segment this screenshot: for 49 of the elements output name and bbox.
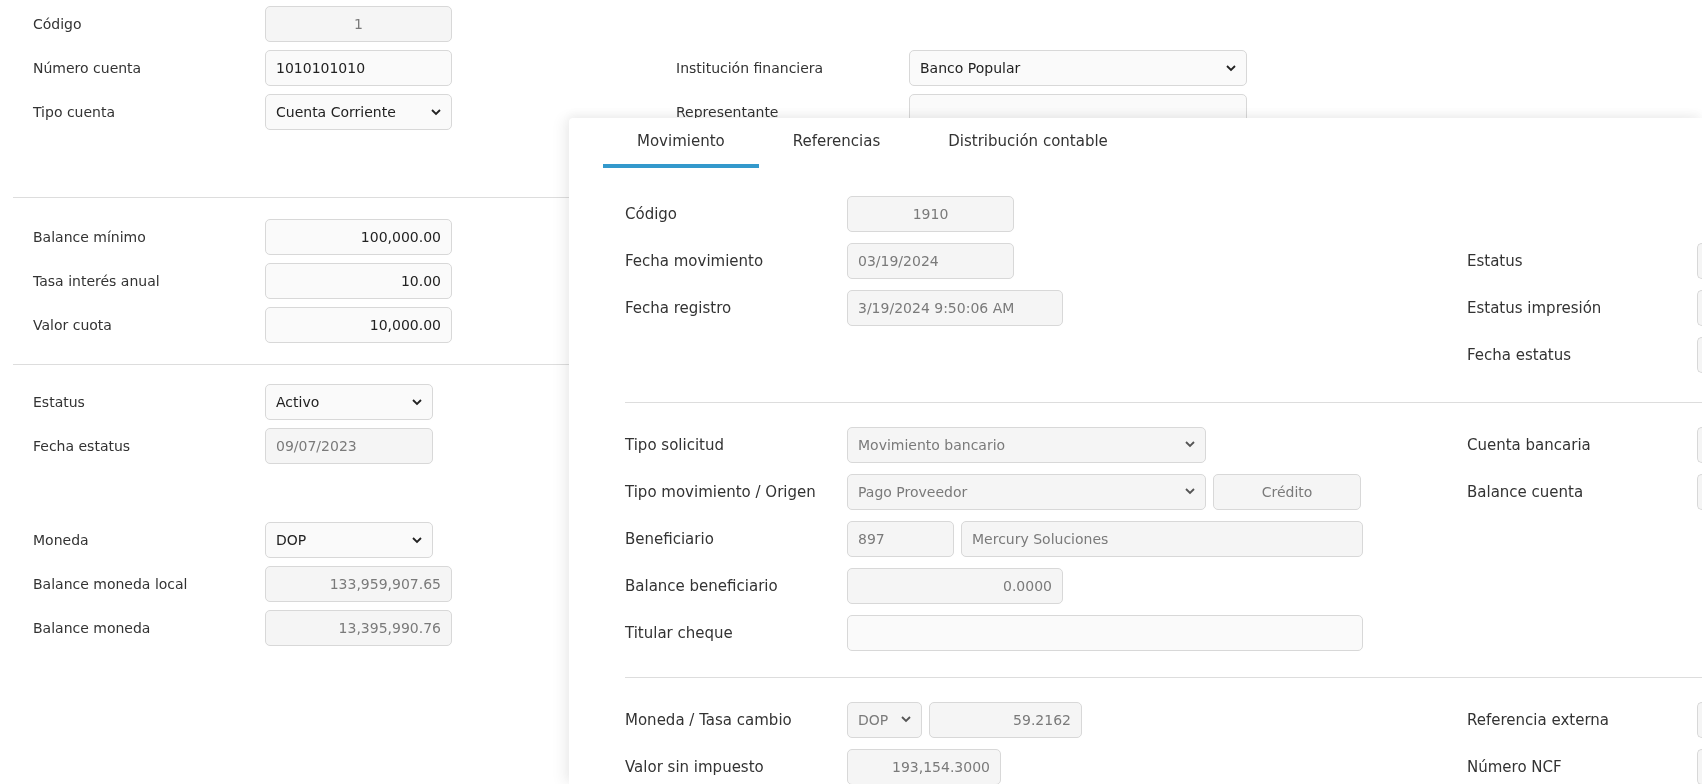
field-label: Estatus impresión	[1467, 298, 1603, 317]
field-label: Titular cheque	[625, 623, 734, 642]
field-label: Tipo movimiento / Origen	[625, 482, 817, 501]
input-field[interactable]: 100,000.00	[265, 219, 452, 255]
field-label: Número NCF	[1467, 757, 1563, 776]
field-label: Estatus	[33, 394, 86, 410]
field-label: Balance beneficiario	[625, 576, 779, 595]
field-label: Moneda	[33, 532, 90, 548]
field-label: Institución financiera	[676, 60, 825, 76]
dropdown-field[interactable]: Banco Popular	[909, 50, 1247, 86]
field-label: Tipo cuenta	[33, 104, 117, 120]
field-label: Fecha registro	[625, 298, 733, 317]
field-label: Balance cuenta	[1467, 482, 1585, 501]
field-label: Fecha estatus	[1467, 345, 1573, 364]
field-label: Código	[625, 204, 679, 223]
input-field[interactable]: 1010101010	[265, 50, 452, 86]
chevron-down-icon	[901, 716, 911, 723]
field-label: Balance mínimo	[33, 229, 147, 245]
field-label: Moneda / Tasa cambio	[625, 710, 793, 729]
dropdown-field[interactable]: Activo	[265, 384, 433, 420]
field-label: Representante	[676, 104, 780, 120]
field-label: Cuenta bancaria	[1467, 435, 1592, 454]
field-label: Balance moneda	[33, 620, 152, 636]
field-label: Estatus	[1467, 251, 1524, 270]
chevron-down-icon	[412, 536, 422, 544]
field-label: Código	[33, 16, 83, 32]
field-label: Valor cuota	[33, 317, 113, 333]
dropdown-field[interactable]: DOP	[265, 522, 433, 558]
tab[interactable]: Referencias	[758, 118, 915, 168]
field-label: Beneficiario	[625, 529, 715, 548]
chevron-down-icon	[431, 108, 441, 116]
input-field[interactable]: 10,000.00	[265, 307, 452, 343]
chevron-down-icon	[1185, 441, 1195, 448]
field-label: Tipo solicitud	[625, 435, 725, 454]
field-label: Fecha estatus	[33, 438, 132, 454]
chevron-down-icon	[1185, 488, 1195, 495]
dropdown-field[interactable]: Cuenta Corriente	[265, 94, 452, 130]
chevron-down-icon	[1226, 64, 1236, 72]
field-label: Número cuenta	[33, 60, 143, 76]
field-label: Referencia externa	[1467, 710, 1610, 729]
field-label: Valor sin impuesto	[625, 757, 765, 776]
chevron-down-icon	[412, 398, 422, 406]
field-label: Balance moneda local	[33, 576, 189, 592]
tab[interactable]: Distribución contable	[914, 118, 1142, 168]
field-label: Fecha movimiento	[625, 251, 765, 270]
tab[interactable]: Movimiento	[603, 118, 759, 168]
input-field[interactable]	[847, 614, 1363, 651]
field-label: Tasa interés anual	[33, 273, 161, 289]
input-field[interactable]: 10.00	[265, 263, 452, 299]
